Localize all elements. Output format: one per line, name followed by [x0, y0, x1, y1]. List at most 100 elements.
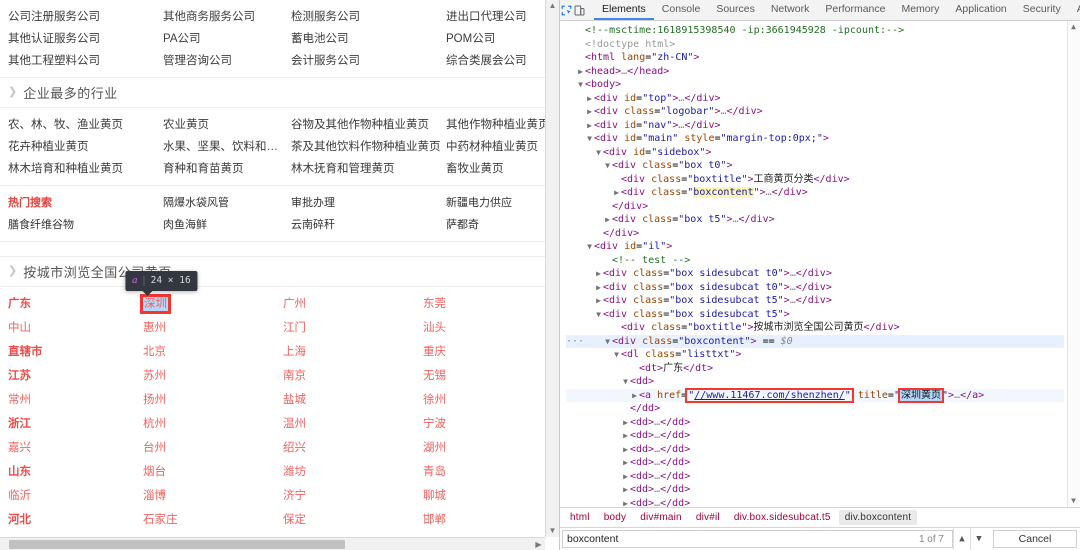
tree-toggle-icon[interactable]: ▼ [603, 335, 612, 349]
category-link-item[interactable]: 其他商务服务公司 [163, 9, 291, 25]
dom-tree-line[interactable]: ▼ <div class="box t0"> [566, 159, 1064, 173]
industry-link-item[interactable]: 育种和育苗黄页 [163, 161, 291, 177]
tree-toggle-icon[interactable]: ▶ [585, 119, 594, 133]
industry-link-item[interactable]: 茶及其他饮料作物种植业黄页 [291, 139, 446, 155]
city-link[interactable]: 上海 [283, 345, 423, 359]
dom-tree-line[interactable]: ▶ <head>…</head> [566, 65, 1064, 79]
breadcrumb-item[interactable]: div#il [690, 510, 726, 525]
find-prev-button[interactable]: ▲ [953, 528, 970, 550]
inspected-element-highlight[interactable]: 深圳 a 24 × 16 [124, 271, 198, 314]
breadcrumb-item[interactable]: div#main [634, 510, 688, 525]
city-link[interactable]: 济宁 [283, 489, 423, 503]
city-link[interactable]: 台州 [143, 441, 283, 455]
dom-tree-line[interactable]: ··· ▼ <div class="boxcontent"> == $0 [566, 334, 1064, 349]
horizontal-scroll-thumb[interactable] [9, 540, 345, 549]
dom-tree-line[interactable]: ▶ <div class="logobar">…</div> [566, 105, 1064, 119]
hot-search-link-item[interactable]: 隔爆水袋风管 [163, 195, 291, 211]
industry-link-item[interactable]: 花卉种植业黄页 [8, 139, 163, 155]
breadcrumb-item[interactable]: html [564, 510, 596, 525]
city-link[interactable]: 烟台 [143, 465, 283, 479]
category-link-item[interactable]: 检测服务公司 [291, 9, 446, 25]
tree-toggle-icon[interactable]: ▶ [621, 443, 630, 457]
category-link-item[interactable]: POM公司 [446, 31, 545, 47]
dom-tree-line[interactable]: ▶<!-- test --> [566, 254, 1064, 268]
tree-toggle-icon[interactable]: ▶ [585, 105, 594, 119]
hot-search-link-item[interactable]: 审批办理 [291, 195, 446, 211]
hot-search-link-item[interactable]: 云南碎秆 [291, 217, 446, 233]
city-link[interactable]: 河北 [8, 513, 143, 527]
dom-tree-line[interactable]: ▶<div class="boxtitle">按城市浏览全国公司黄页</div> [566, 321, 1064, 335]
tree-toggle-icon[interactable]: ▼ [585, 132, 594, 146]
dom-tree-line[interactable]: ▼ <div id="sidebox"> [566, 146, 1064, 160]
dom-tree-line[interactable]: ▶<!doctype html> [566, 38, 1064, 52]
breadcrumb-item[interactable]: div.box.sidesubcat.t5 [728, 510, 837, 525]
city-link[interactable]: 潍坊 [283, 465, 423, 479]
city-link[interactable]: 邯郸 [423, 513, 543, 527]
city-link[interactable]: 保定 [283, 513, 423, 527]
dom-tree-line[interactable]: ▶</div> [566, 200, 1064, 214]
city-link[interactable]: 宁波 [423, 417, 543, 431]
tree-toggle-icon[interactable]: ▶ [621, 429, 630, 443]
dom-tree-line[interactable]: ▶ <dd>…</dd> [566, 456, 1064, 470]
dom-tree-line[interactable]: ▼ <dd> [566, 375, 1064, 389]
scroll-down-arrow-icon[interactable]: ▼ [546, 527, 559, 535]
tree-ellipsis-icon[interactable]: ··· [566, 335, 584, 349]
tree-toggle-icon[interactable]: ▼ [585, 240, 594, 254]
tree-toggle-icon[interactable]: ▶ [621, 416, 630, 430]
tree-toggle-icon[interactable]: ▼ [612, 348, 621, 362]
dom-tree-line[interactable]: ▶ <dd>…</dd> [566, 497, 1064, 508]
tab-application[interactable]: Application [947, 0, 1014, 20]
dom-tree-line[interactable]: ▶ <div class="box sidesubcat t0">…</div> [566, 267, 1064, 281]
tree-toggle-icon[interactable]: ▶ [621, 470, 630, 484]
city-link[interactable]: 北京 [143, 345, 283, 359]
tree-toggle-icon[interactable]: ▶ [585, 92, 594, 106]
tab-sources[interactable]: Sources [708, 0, 763, 20]
device-toolbar-icon[interactable] [573, 0, 586, 20]
city-link[interactable]: 深圳 a 24 × 16 [124, 271, 283, 314]
city-link[interactable]: 浙江 [8, 417, 143, 431]
category-link-item[interactable]: 公司注册服务公司 [8, 9, 163, 25]
tree-toggle-icon[interactable]: ▶ [621, 483, 630, 497]
tab-network[interactable]: Network [763, 0, 818, 20]
dom-tree-line[interactable]: ▶ <div class="boxcontent">…</div> [566, 186, 1064, 200]
city-link[interactable]: 嘉兴 [8, 441, 143, 455]
page-vertical-scrollbar[interactable]: ▲ ▼ [545, 0, 559, 537]
dom-tree-line[interactable]: ▼ <dl class="listtxt"> [566, 348, 1064, 362]
industry-link-item[interactable]: 林木抚育和管理黄页 [291, 161, 446, 177]
find-next-button[interactable]: ▼ [970, 528, 987, 550]
tree-toggle-icon[interactable]: ▶ [594, 267, 603, 281]
industry-link-item[interactable]: 谷物及其他作物种植业黄页 [291, 117, 446, 133]
dom-tree-line[interactable]: ▶<dt>广东</dt> [566, 362, 1064, 376]
category-link-item[interactable]: 其他工程塑料公司 [8, 53, 163, 69]
dom-tree-line[interactable]: ▶ <div class="box t5">…</div> [566, 213, 1064, 227]
tab-audits[interactable]: Audits [1069, 0, 1080, 20]
city-link[interactable]: 汕头 [423, 321, 543, 335]
city-link[interactable]: 山东 [8, 465, 143, 479]
dom-tree-line[interactable]: ▶ <dd>…</dd> [566, 416, 1064, 430]
scroll-up-arrow-icon[interactable]: ▲ [546, 2, 559, 10]
city-link[interactable]: 直辖市 [8, 345, 143, 359]
industry-link-item[interactable]: 其他作物种植业黄页 [446, 117, 545, 133]
dom-tree-line[interactable]: ▶ <dd>…</dd> [566, 429, 1064, 443]
city-link[interactable]: 常州 [8, 393, 143, 407]
dom-tree-line[interactable]: ▶</div> [566, 227, 1064, 241]
city-link[interactable]: 青岛 [423, 465, 543, 479]
city-link[interactable]: 绍兴 [283, 441, 423, 455]
city-link[interactable]: 聊城 [423, 489, 543, 503]
dom-tree-line[interactable]: ▶ <a href="//www.11467.com/shenzhen/" tit… [566, 387, 1064, 403]
industry-link-item[interactable]: 中药材种植业黄页 [446, 139, 545, 155]
dom-tree-line[interactable]: ▶ <div id="top">…</div> [566, 92, 1064, 106]
city-link[interactable]: 广州 [283, 297, 423, 311]
hot-search-link-item[interactable]: 新疆电力供应 [446, 195, 545, 211]
dom-tree-line[interactable]: ▶ <dd>…</dd> [566, 483, 1064, 497]
tree-scroll-down-icon[interactable]: ▼ [1067, 497, 1080, 505]
dom-tree-line[interactable]: ▶ <div class="box sidesubcat t5">…</div> [566, 294, 1064, 308]
tab-security[interactable]: Security [1015, 0, 1069, 20]
tree-toggle-icon[interactable]: ▼ [576, 78, 585, 92]
industry-link-item[interactable]: 林木培育和种植业黄页 [8, 161, 163, 177]
industry-link-item[interactable]: 农、林、牧、渔业黄页 [8, 117, 163, 133]
city-link[interactable]: 广东 [8, 297, 143, 311]
dom-tree-line[interactable]: ▶ <div id="nav">…</div> [566, 119, 1064, 133]
find-input[interactable] [567, 533, 919, 545]
city-link[interactable]: 江门 [283, 321, 423, 335]
